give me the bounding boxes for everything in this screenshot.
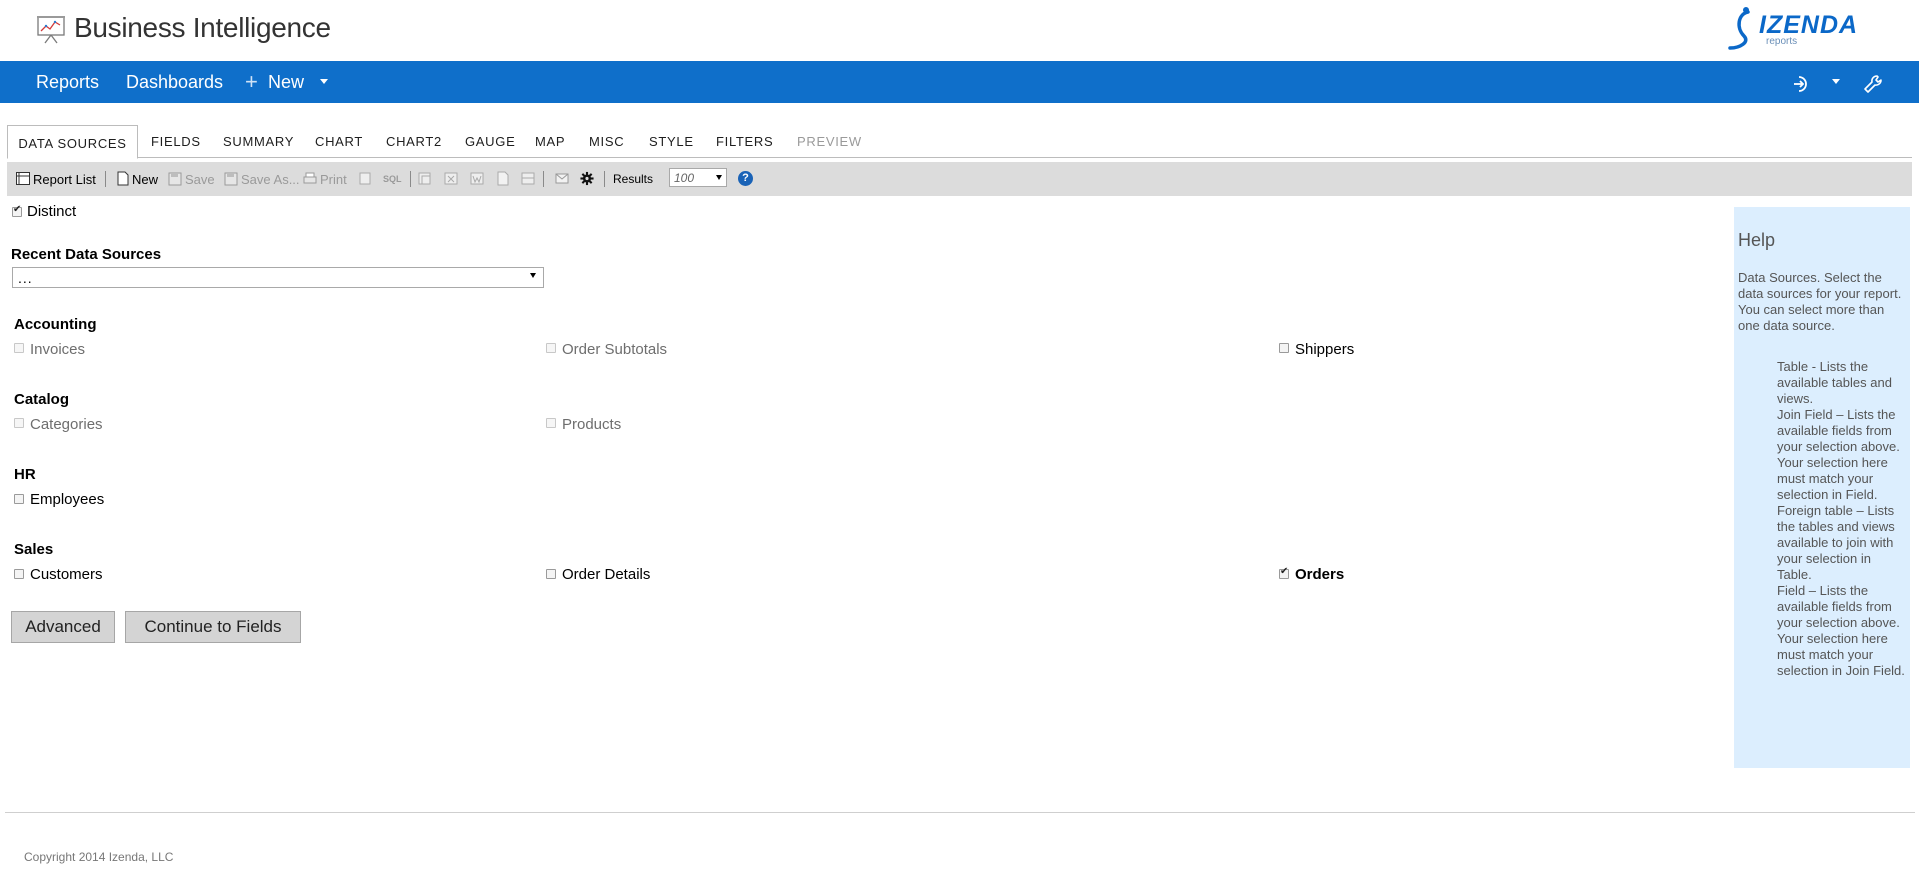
invoices-checkbox [14, 343, 24, 353]
help-title: Help [1738, 230, 1776, 250]
nav-new-dropdown-caret-icon[interactable] [320, 79, 328, 84]
export-icon [418, 172, 431, 185]
recent-data-sources-select[interactable]: ... [12, 267, 544, 288]
order-details-checkbox[interactable] [546, 569, 556, 579]
help-detail-list: Table - Lists the available tables and v… [1777, 359, 1908, 679]
help-table-text: Table - Lists the available tables and v… [1777, 359, 1892, 406]
products-checkbox [546, 418, 556, 428]
new-document-icon[interactable] [116, 171, 130, 186]
toolbar-separator [410, 171, 411, 187]
help-field-text: Field – Lists the available fields from … [1777, 583, 1905, 678]
tab-style[interactable]: STYLE [649, 126, 694, 158]
group-title-catalog: Catalog [14, 391, 70, 408]
tab-chart[interactable]: CHART [315, 126, 363, 158]
login-icon[interactable] [1793, 75, 1811, 93]
plus-icon: + [245, 69, 258, 94]
help-question-icon[interactable]: ? [738, 171, 753, 186]
print-button: Print [320, 172, 347, 187]
orders-label: Orders [1295, 566, 1345, 583]
distinct-checkbox[interactable] [12, 204, 22, 217]
toolbar-separator [105, 171, 106, 187]
help-panel: Help Data Sources. Select the data sourc… [1734, 207, 1910, 768]
nav-new[interactable]: New [268, 72, 304, 93]
main-nav-bar: Reports Dashboards + New [0, 61, 1919, 103]
customers-checkbox[interactable] [14, 569, 24, 579]
shippers-label: Shippers [1295, 341, 1355, 358]
csv-export-icon [521, 172, 535, 185]
results-label: Results [613, 172, 654, 186]
order-subtotals-label: Order Subtotals [562, 341, 668, 358]
new-report-button[interactable]: New [132, 172, 158, 187]
footer-copyright: Copyright 2014 Izenda, LLC [24, 850, 174, 864]
save-disk-icon [168, 172, 182, 186]
save-as-button: Save As... [241, 172, 300, 187]
invoices-label: Invoices [30, 341, 86, 358]
brand-logo-subtext: reports [1766, 36, 1798, 47]
wrench-icon[interactable] [1863, 74, 1883, 94]
distinct-label: Distinct [27, 203, 77, 220]
tab-misc[interactable]: MISC [589, 126, 624, 158]
chevron-down-icon [530, 273, 536, 278]
help-join-field-text: Join Field – Lists the available fields … [1777, 407, 1900, 502]
tab-map[interactable]: MAP [535, 126, 565, 158]
shippers-checkbox[interactable] [1279, 343, 1289, 353]
group-title-accounting: Accounting [14, 316, 97, 333]
gear-icon[interactable] [580, 171, 594, 186]
tab-chart2[interactable]: CHART2 [386, 126, 442, 158]
tab-data-sources[interactable]: DATA SOURCES [7, 125, 138, 159]
print-icon [303, 172, 317, 184]
print-html-icon [359, 172, 371, 185]
categories-label: Categories [30, 416, 103, 433]
group-title-sales: Sales [14, 541, 54, 558]
email-icon [555, 173, 569, 184]
tab-summary[interactable]: SUMMARY [223, 126, 294, 158]
tab-preview: PREVIEW [797, 134, 862, 149]
employees-checkbox[interactable] [14, 494, 24, 504]
save-as-disk-icon [224, 172, 238, 186]
nav-dashboards[interactable]: Dashboards [126, 72, 223, 93]
continue-to-fields-button[interactable]: Continue to Fields [125, 611, 301, 643]
save-button: Save [185, 172, 215, 187]
order-details-label: Order Details [562, 566, 651, 583]
sql-button: SQL [383, 174, 402, 184]
pdf-export-icon [497, 171, 509, 186]
nav-reports[interactable]: Reports [36, 72, 99, 93]
report-list-icon[interactable] [16, 171, 30, 186]
recent-data-sources-value: ... [18, 270, 33, 286]
report-list-button[interactable]: Report List [33, 172, 96, 187]
recent-data-sources-title: Recent Data Sources [11, 246, 162, 263]
toolbar-separator [604, 171, 605, 187]
group-title-hr: HR [14, 466, 36, 483]
word-export-icon [470, 172, 484, 185]
tab-fields[interactable]: FIELDS [151, 126, 201, 158]
products-label: Products [562, 416, 622, 433]
results-select[interactable]: 100 [669, 168, 727, 187]
categories-checkbox [14, 418, 24, 428]
toolbar-separator [543, 171, 544, 187]
results-select-value: 100 [674, 171, 695, 185]
top-header: Business Intelligence IZENDA reports [0, 0, 1919, 61]
help-intro-text: Data Sources. Select the data sources fo… [1738, 270, 1902, 333]
app-title: Business Intelligence [74, 12, 331, 43]
order-subtotals-checkbox [546, 343, 556, 353]
footer-divider [5, 812, 1915, 813]
advanced-button[interactable]: Advanced [11, 611, 115, 643]
presentation-chart-icon [37, 16, 65, 44]
user-dropdown-caret-icon[interactable] [1832, 79, 1840, 84]
customers-label: Customers [30, 566, 103, 583]
help-foreign-table-text: Foreign table – Lists the tables and vie… [1777, 503, 1895, 582]
excel-export-icon [444, 172, 458, 185]
tab-gauge[interactable]: GAUGE [465, 126, 515, 158]
report-toolbar: Report List New Save Save As... Print SQ… [7, 162, 1912, 196]
employees-label: Employees [30, 491, 105, 508]
orders-checkbox[interactable] [1279, 566, 1289, 579]
chevron-down-icon [716, 175, 722, 180]
tab-filters[interactable]: FILTERS [716, 126, 773, 158]
